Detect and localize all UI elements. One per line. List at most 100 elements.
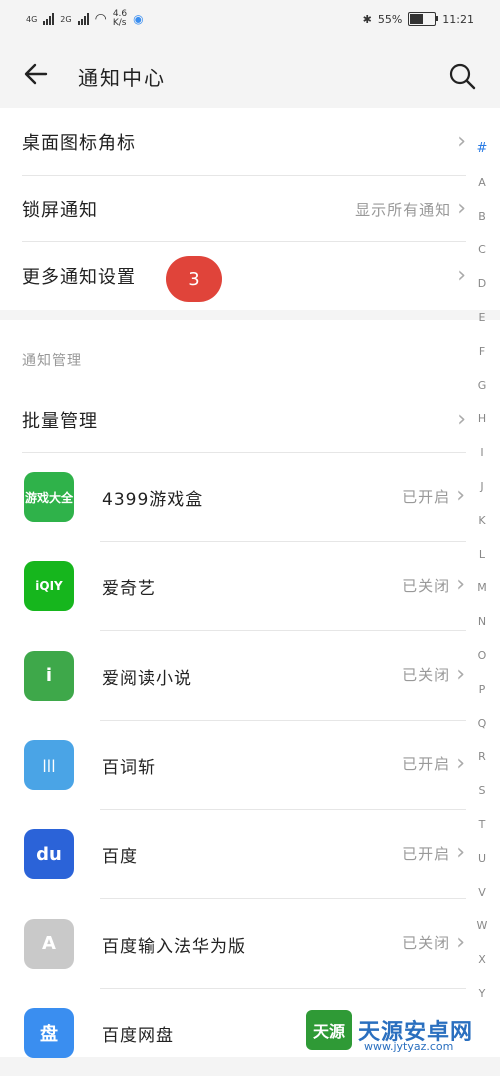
app-status: 已开启 › [402,842,466,864]
index-letter[interactable]: C [470,233,494,267]
net-speed: 4.6 K/s [112,9,128,28]
divider [22,452,466,453]
chevron-right-icon: › [456,661,466,687]
app-status: 已开启 › [402,485,466,507]
index-letter[interactable]: R [470,740,494,774]
app-status-text: 已开启 [402,487,451,506]
index-letter[interactable]: S [470,774,494,808]
page-title: 通知中心 [78,66,166,90]
app-status: 已开启 › [402,750,466,776]
app-row[interactable] [0,811,466,897]
index-letter[interactable]: L [470,538,494,572]
index-letter[interactable]: B [470,200,494,234]
divider [100,987,466,989]
index-letter[interactable]: E [470,301,494,335]
index-letter[interactable]: K [470,504,494,538]
settings-card: 桌面图标角标 › 锁屏通知 显示所有通知 › 更多通知设置 › [0,108,500,310]
batch-label: 批量管理 [22,411,98,432]
clock: 11:21 [442,12,474,26]
index-letter[interactable]: F [470,335,494,369]
index-letter[interactable]: J [470,470,494,504]
index-letter[interactable]: O [470,639,494,673]
watermark-logo: 天源 [306,1010,352,1050]
divider [100,630,466,632]
search-icon[interactable] [448,62,476,94]
bluetooth-icon: ✱ [362,12,372,26]
chevron-right-icon: › [457,196,466,221]
index-letter[interactable]: D [470,267,494,301]
section-title: 通知管理 [22,353,82,369]
index-letter[interactable]: A [470,166,494,200]
app-status-text: 已关闭 [402,576,451,595]
alphabet-index[interactable]: # A B C D E F G H I J K L M N O P Q R S T U V W X Y [470,132,494,1011]
divider [100,808,466,810]
index-letter[interactable]: T [470,808,494,842]
app-name: 百度输入法华为版 [102,936,246,957]
lockscreen-notification-setting[interactable]: 锁屏通知 显示所有通知 › [22,195,466,223]
app-name: 百度 [102,847,138,868]
app-name: 百度网盘 [102,1025,174,1046]
chevron-right-icon: › [457,407,466,432]
app-name: 百词斩 [102,757,156,778]
battery-percent: 55% [377,12,403,26]
index-letter[interactable]: U [470,842,494,876]
desktop-badge-setting[interactable]: 桌面图标角标 › [22,128,466,156]
index-letter[interactable]: # [470,132,494,166]
app-notification-icon: ◉ [133,12,144,26]
watermark-url: www.jytyaz.com [364,1040,454,1053]
chevron-right-icon: › [456,929,466,955]
app-status-text: 已关闭 [402,666,451,685]
more-notification-settings[interactable]: 更多通知设置 › [22,262,466,290]
app-name: 爱阅读小说 [102,668,192,689]
setting-label: 更多通知设置 [22,267,136,288]
app-status-text: 已关闭 [402,934,451,952]
index-letter[interactable]: W [470,909,494,943]
divider [100,541,466,542]
app-row[interactable] [0,543,466,629]
status-bar: 4G 2G ◠ 4.6 K/s ◉ ✱ 55% 11:21 [0,0,500,42]
app-status-text: 已开启 [402,844,451,863]
network-type-2: 2G [60,14,72,24]
divider [100,898,466,900]
index-letter[interactable]: I [470,436,494,470]
index-letter[interactable]: Y [470,977,494,1011]
chevron-right-icon: › [457,129,466,154]
app-name: 4399游戏盒 [102,490,204,510]
index-letter[interactable]: Q [470,707,494,741]
chevron-right-icon: › [456,750,466,776]
header: 通知中心 [0,42,500,108]
setting-label: 桌面图标角标 [22,133,136,154]
index-letter[interactable]: X [470,943,494,977]
app-status: 已关闭 › [402,574,466,596]
arrow-left-icon[interactable] [22,60,50,93]
signal-icon-2 [77,13,89,25]
app-row[interactable] [0,722,466,808]
index-letter[interactable]: P [470,673,494,707]
index-letter[interactable]: V [470,876,494,910]
signal-icon [43,13,55,25]
index-letter[interactable]: N [470,605,494,639]
network-type-1: 4G [26,14,38,24]
app-row[interactable] [0,454,466,540]
chevron-right-icon: › [457,263,466,288]
chevron-right-icon: › [456,572,466,598]
chevron-right-icon: › [456,483,466,508]
setting-value: 显示所有通知 [355,200,452,219]
app-status: 已关闭 › [402,661,466,687]
app-name: 爱奇艺 [102,579,156,600]
batch-management[interactable]: 批量管理 › [22,406,466,434]
divider [22,241,466,242]
index-letter[interactable]: H [470,402,494,436]
index-letter[interactable]: M [470,571,494,605]
app-row[interactable] [0,633,466,719]
step-badge: 3 [166,256,222,302]
index-letter[interactable]: G [470,369,494,403]
divider [100,719,466,721]
app-status-text: 已开启 [402,755,451,774]
wifi-icon: ◠ [94,11,107,27]
chevron-right-icon: › [456,840,466,866]
app-status: 已关闭 › [402,929,466,955]
divider [22,175,466,176]
setting-label: 锁屏通知 [22,200,98,221]
battery-icon [408,12,439,26]
